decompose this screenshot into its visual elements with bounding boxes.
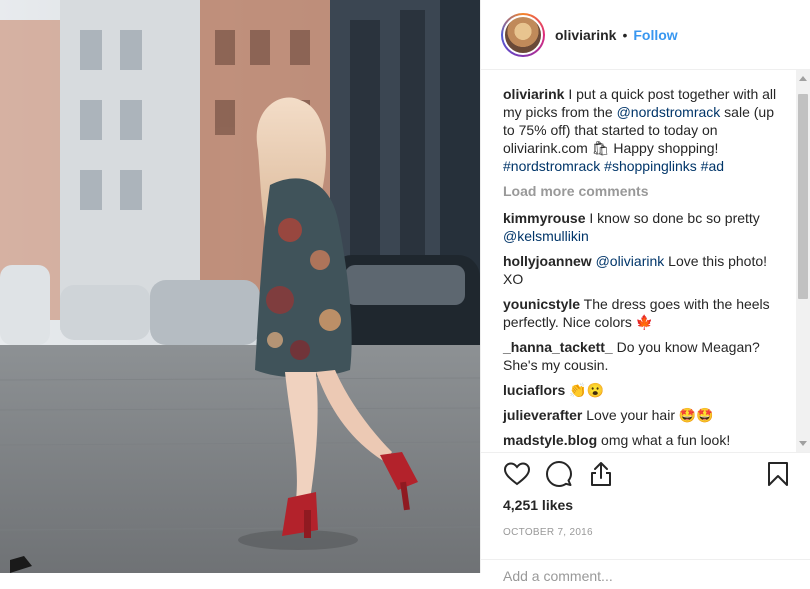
street-scene-image bbox=[0, 0, 480, 573]
follow-button[interactable]: Follow bbox=[633, 27, 677, 43]
post-window: oliviarink • Follow oliviarink I put a q… bbox=[0, 0, 810, 584]
comment-username[interactable]: hollyjoannew bbox=[503, 253, 592, 269]
avatar[interactable] bbox=[501, 12, 545, 57]
heart-icon[interactable] bbox=[503, 460, 531, 488]
header-separator: • bbox=[622, 26, 628, 43]
post-photo[interactable] bbox=[0, 0, 480, 573]
load-more-comments-button[interactable]: Load more comments bbox=[503, 183, 788, 199]
caption-mention[interactable]: @nordstromrack bbox=[617, 104, 721, 120]
comments-scrollbar[interactable] bbox=[796, 70, 810, 452]
comment-text: omg what a fun look! bbox=[601, 432, 731, 448]
post-sidebar: oliviarink • Follow oliviarink I put a q… bbox=[480, 0, 810, 584]
post-caption: oliviarink I put a quick post together w… bbox=[503, 85, 788, 175]
caption-username[interactable]: oliviarink bbox=[503, 86, 564, 102]
comment-text: Love your hair 🤩🤩 bbox=[586, 407, 714, 423]
caption-hashtag[interactable]: #ad bbox=[701, 158, 724, 174]
post-date[interactable]: OCTOBER 7, 2016 bbox=[503, 527, 788, 538]
bookmark-icon[interactable] bbox=[764, 460, 792, 488]
comment-text: I know so done bc so pretty bbox=[589, 210, 760, 226]
avatar-image bbox=[503, 14, 543, 55]
comment-username[interactable]: younicstyle bbox=[503, 296, 580, 312]
scroll-down-arrow-icon[interactable] bbox=[799, 441, 807, 446]
share-icon[interactable] bbox=[587, 460, 615, 488]
comment-item: kimmyrouse I know so done bc so pretty @… bbox=[503, 209, 788, 245]
comment-username[interactable]: julieverafter bbox=[503, 407, 582, 423]
comment-item: younicstyle The dress goes with the heel… bbox=[503, 295, 788, 331]
comments-list: oliviarink I put a quick post together w… bbox=[481, 70, 796, 452]
likes-count[interactable]: 4,251 likes bbox=[503, 497, 788, 513]
comment-username[interactable]: kimmyrouse bbox=[503, 210, 585, 226]
comment-item: luciaflors 👏😮 bbox=[503, 381, 788, 399]
comment-icon[interactable] bbox=[545, 460, 573, 488]
comment-item: _hanna_tackett_ Do you know Meagan? She'… bbox=[503, 338, 788, 374]
caption-hashtag[interactable]: #nordstromrack bbox=[503, 158, 600, 174]
comment-item: julieverafter Love your hair 🤩🤩 bbox=[503, 406, 788, 424]
post-actions: 4,251 likes OCTOBER 7, 2016 bbox=[481, 452, 810, 584]
comment-username[interactable]: madstyle.blog bbox=[503, 432, 597, 448]
comment-mention[interactable]: @oliviarink bbox=[596, 253, 665, 269]
comment-item: madstyle.blog omg what a fun look! bbox=[503, 431, 788, 449]
add-comment-input[interactable] bbox=[503, 568, 783, 584]
action-icons bbox=[503, 453, 788, 495]
header-username[interactable]: oliviarink bbox=[555, 27, 616, 43]
post-header: oliviarink • Follow bbox=[481, 0, 810, 70]
caption-hashtag[interactable]: #shoppinglinks bbox=[604, 158, 697, 174]
comment-username[interactable]: luciaflors bbox=[503, 382, 565, 398]
scrollbar-thumb[interactable] bbox=[798, 94, 808, 299]
comment-mention[interactable]: @kelsmullikin bbox=[503, 228, 589, 244]
comment-text: 👏😮 bbox=[569, 382, 605, 398]
comment-item: hollyjoannew @oliviarink Love this photo… bbox=[503, 252, 788, 288]
scroll-up-arrow-icon[interactable] bbox=[799, 76, 807, 81]
comment-username[interactable]: _hanna_tackett_ bbox=[503, 339, 613, 355]
add-comment-bar bbox=[481, 559, 810, 589]
